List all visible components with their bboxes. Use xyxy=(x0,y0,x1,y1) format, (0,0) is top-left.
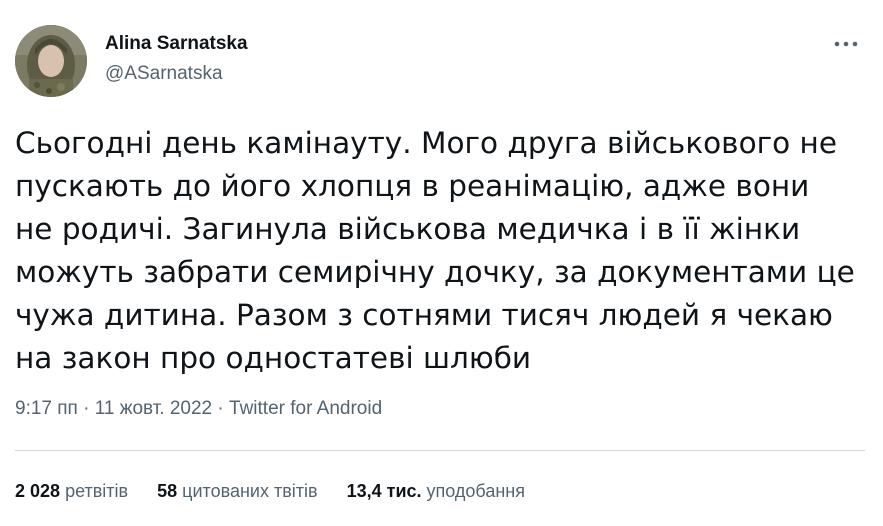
likes-label: уподобання xyxy=(426,481,525,501)
meta-separator: · xyxy=(77,398,95,419)
divider xyxy=(15,450,865,451)
likes-count: 13,4 тис. xyxy=(346,481,422,501)
retweets-label: ретвітів xyxy=(65,481,129,501)
quotes-count: 58 xyxy=(157,481,178,501)
tweet-date[interactable]: 11 жовт. 2022 xyxy=(95,398,212,419)
tweet-source[interactable]: Twitter for Android xyxy=(229,398,382,419)
tweet-stats: 2 028 ретвітів 58 цитованих твітів 13,4 … xyxy=(15,481,549,502)
retweets-count: 2 028 xyxy=(15,481,61,501)
quotes-label: цитованих твітів xyxy=(182,481,318,501)
more-dots-icon[interactable] xyxy=(831,32,861,56)
tweet-text: Сьогодні день камінауту. Мого друга війс… xyxy=(15,126,855,375)
quotes-stat[interactable]: 58 цитованих твітів xyxy=(157,481,317,502)
author-name[interactable]: Alina Sarnatska xyxy=(105,33,248,55)
tweet-meta: 9:17 пп · 11 жовт. 2022 · Twitter for An… xyxy=(15,398,382,420)
tweet-time[interactable]: 9:17 пп xyxy=(15,398,78,419)
author-handle[interactable]: @ASarnatska xyxy=(105,63,223,85)
likes-stat[interactable]: 13,4 тис. уподобання xyxy=(347,481,525,502)
avatar[interactable] xyxy=(15,25,87,97)
meta-separator: · xyxy=(212,398,230,419)
retweets-stat[interactable]: 2 028 ретвітів xyxy=(15,481,128,502)
tweet-card: Alina Sarnatska @ASarnatska Сьогодні ден… xyxy=(0,0,883,526)
